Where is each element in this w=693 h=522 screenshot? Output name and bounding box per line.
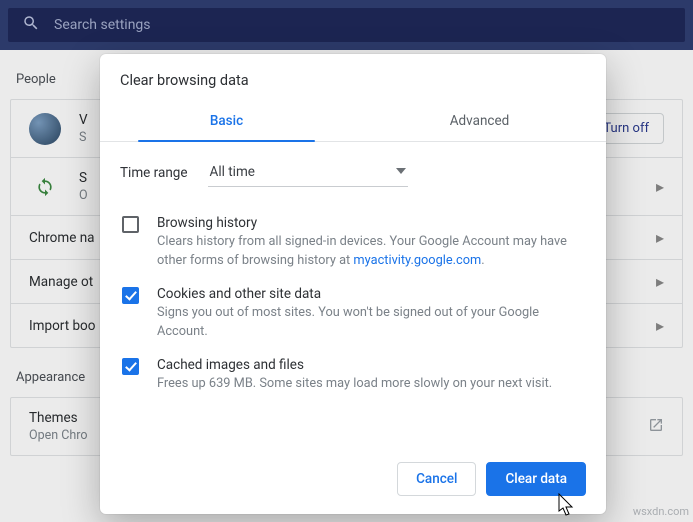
tab-advanced[interactable]: Advanced	[353, 101, 606, 141]
time-range-select[interactable]: All time	[208, 158, 408, 187]
option-desc: Signs you out of most sites. You won't b…	[157, 304, 584, 341]
clear-data-button[interactable]: Clear data	[486, 462, 586, 496]
checkbox-cache[interactable]	[122, 358, 139, 375]
time-range-row: Time range All time	[120, 158, 586, 187]
option-desc: Clears history from all signed-in device…	[157, 233, 584, 270]
tab-basic[interactable]: Basic	[100, 101, 353, 141]
option-title: Browsing history	[157, 215, 584, 231]
checkbox-cookies[interactable]	[122, 287, 139, 304]
option-cookies: Cookies and other site data Signs you ou…	[120, 276, 586, 347]
time-range-label: Time range	[120, 165, 188, 181]
cancel-button[interactable]: Cancel	[397, 462, 476, 496]
option-title: Cookies and other site data	[157, 286, 584, 302]
option-title: Cached images and files	[157, 357, 584, 373]
chevron-down-icon	[396, 164, 406, 180]
option-cache: Cached images and files Frees up 639 MB.…	[120, 347, 586, 400]
clear-browsing-data-dialog: Clear browsing data Basic Advanced Time …	[100, 54, 606, 514]
checkbox-browsing-history[interactable]	[122, 216, 139, 233]
option-browsing-history: Browsing history Clears history from all…	[120, 205, 586, 276]
myactivity-link[interactable]: myactivity.google.com	[353, 253, 481, 268]
option-desc: Frees up 639 MB. Some sites may load mor…	[157, 375, 584, 394]
dialog-title: Clear browsing data	[100, 54, 606, 101]
dialog-tabs: Basic Advanced	[100, 101, 606, 142]
time-range-value: All time	[210, 164, 255, 180]
